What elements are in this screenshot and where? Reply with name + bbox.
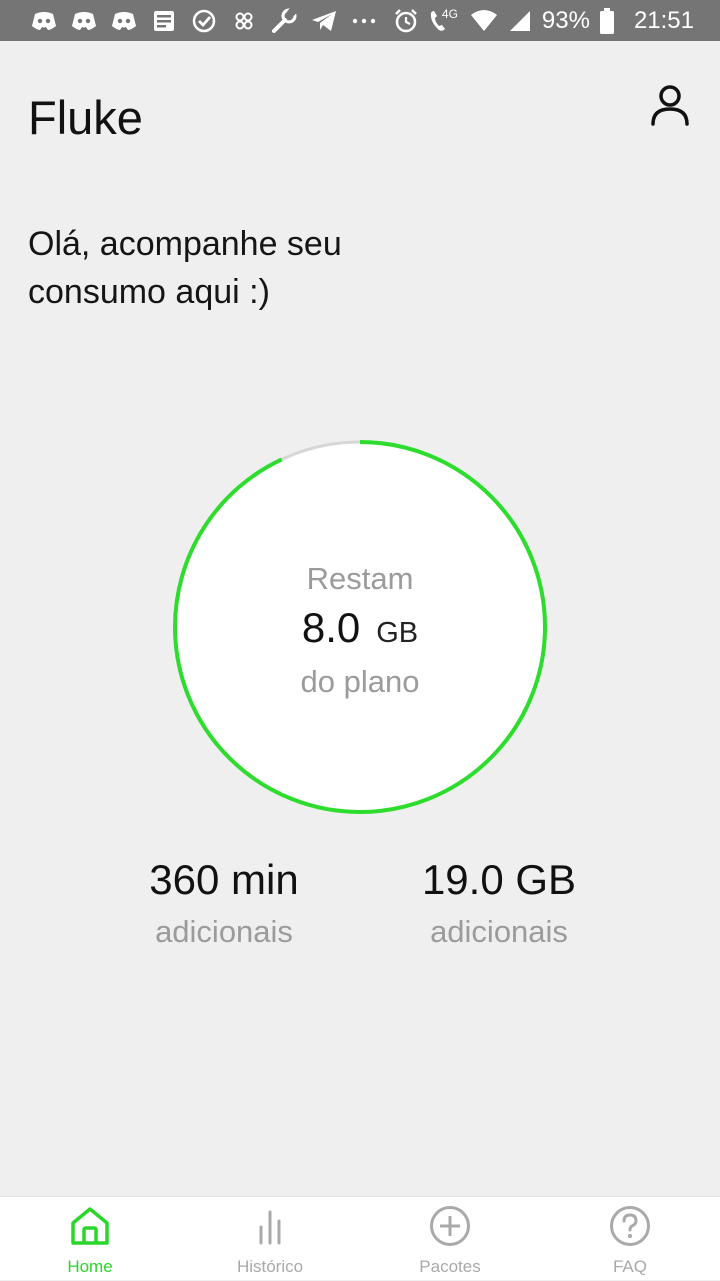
profile-button[interactable]: [646, 82, 694, 130]
nav-label-faq: FAQ: [612, 1257, 647, 1276]
signal-icon: [506, 9, 534, 33]
network-type-label: 4G: [441, 7, 458, 21]
nav-label-home: Home: [67, 1257, 113, 1276]
gauge-center: Restam 8.0 GB do plano: [172, 439, 548, 815]
cloverleaf-icon: [230, 9, 258, 33]
battery-icon: [598, 8, 616, 34]
check-circle-icon: [190, 9, 218, 33]
home-icon: [71, 1207, 109, 1245]
discord-icon: [110, 9, 138, 33]
more-dots-icon: [350, 9, 378, 33]
remaining-caption: Restam: [306, 561, 414, 596]
nav-item-historico[interactable]: Histórico: [180, 1197, 360, 1281]
extra-data-value: 19.0 GB: [421, 856, 577, 903]
wrench-icon: [270, 8, 298, 33]
plan-usage-gauge: Restam 8.0 GB do plano: [172, 439, 548, 815]
extra-data-label: adicionais: [430, 914, 568, 949]
extra-data-stat: 19.0 GB adicionais: [369, 852, 629, 956]
nav-item-faq[interactable]: FAQ: [540, 1197, 720, 1281]
nav-label-pacotes: Pacotes: [419, 1257, 481, 1276]
extra-minutes-label: adicionais: [155, 914, 293, 949]
news-icon: [150, 9, 178, 33]
nav-item-home[interactable]: Home: [0, 1197, 180, 1281]
bar-chart-icon: [259, 1210, 281, 1245]
remaining-unit: GB: [376, 617, 419, 649]
nav-item-pacotes[interactable]: Pacotes: [360, 1197, 540, 1281]
greeting-line-2: consumo aqui :): [28, 273, 270, 311]
clock: 21:51: [633, 7, 694, 34]
battery-percent: 93%: [541, 7, 590, 34]
telegram-icon: [310, 9, 338, 33]
alarm-icon: [392, 9, 420, 33]
plus-circle-icon: [430, 1206, 470, 1246]
volte-call-icon: 4G: [428, 7, 462, 33]
notification-icons: [30, 8, 378, 34]
status-bar: 4G 93% 21:51: [0, 0, 720, 41]
discord-icon: [70, 9, 98, 33]
greeting-text: Olá, acompanhe seu consumo aqui :): [28, 220, 468, 316]
plan-caption: do plano: [300, 664, 420, 699]
question-circle-icon: [610, 1206, 650, 1246]
system-status: 4G 93% 21:51: [392, 7, 694, 34]
extra-minutes-stat: 360 min adicionais: [94, 852, 354, 956]
app-title: Fluke: [28, 91, 143, 144]
user-icon: [651, 85, 689, 126]
remaining-amount: 8.0 GB: [172, 603, 548, 662]
extra-minutes-value: 360 min: [149, 856, 299, 903]
remaining-value: 8.0: [301, 604, 361, 651]
wifi-icon: [470, 9, 498, 33]
discord-icon: [30, 9, 58, 33]
greeting-line-1: Olá, acompanhe seu: [28, 225, 342, 263]
nav-label-historico: Histórico: [236, 1257, 304, 1276]
bottom-navigation: Home Histórico Pacotes FAQ: [0, 1196, 720, 1280]
